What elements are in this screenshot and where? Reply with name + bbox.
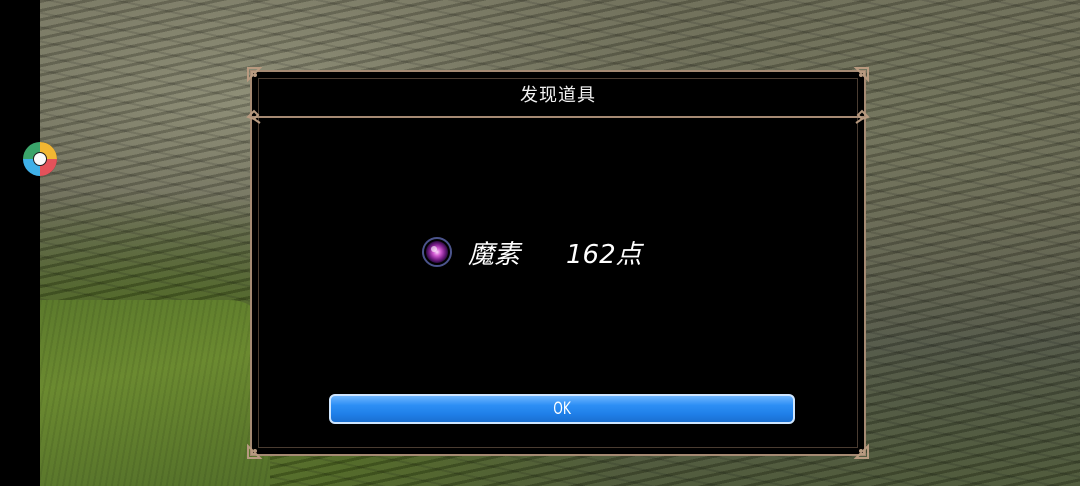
ok-button[interactable]: OK xyxy=(329,394,795,424)
corner-ornament-icon xyxy=(844,104,870,130)
item-found-dialog: 发现道具 魔素 162点 OK xyxy=(246,67,870,459)
ok-button-label: OK xyxy=(553,399,571,419)
corner-ornament-icon xyxy=(246,66,272,92)
dialog-title: 发现道具 xyxy=(520,85,596,106)
corner-ornament-icon xyxy=(844,66,870,92)
corner-ornament-icon xyxy=(246,434,272,460)
game-scene: 发现道具 魔素 162点 OK xyxy=(0,0,1080,486)
corner-ornament-icon xyxy=(246,104,272,130)
corner-ornament-icon xyxy=(844,434,870,460)
dialog-title-bar: 发现道具 xyxy=(252,72,864,118)
screen-edge-bar xyxy=(0,0,40,486)
item-name: 魔素 xyxy=(468,239,521,270)
app-logo-icon[interactable] xyxy=(19,138,61,180)
grass-ground xyxy=(40,300,270,486)
purple-orb-icon xyxy=(422,237,452,267)
found-item-row: 魔素 162点 xyxy=(422,232,642,272)
item-amount: 162点 xyxy=(566,239,642,270)
